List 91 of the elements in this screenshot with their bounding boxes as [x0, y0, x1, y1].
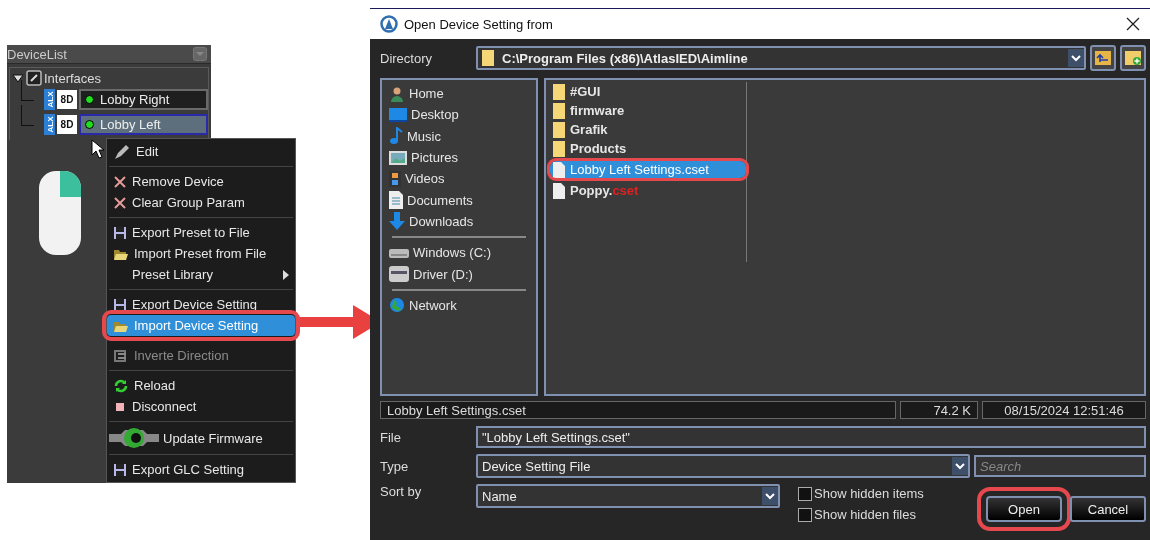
folder-icon [482, 50, 494, 66]
directory-dropdown[interactable]: C:\Program Files (x86)\AtlasIED\Aimline [476, 46, 1086, 70]
menu-item[interactable]: Update Firmware [107, 426, 295, 451]
submenu-arrow-icon [283, 269, 289, 280]
file-icon [553, 182, 565, 199]
checkbox-label: Show hidden items [814, 486, 924, 501]
field-label: Directory [380, 50, 433, 66]
file-item[interactable]: #GUI [550, 83, 746, 100]
close-icon[interactable] [1126, 17, 1140, 31]
chevron-icon [762, 487, 778, 505]
mouse-icon [38, 170, 82, 256]
menu-item[interactable]: Export Preset to File [107, 222, 295, 244]
file-item[interactable]: Grafik [550, 121, 746, 138]
sort-dropdown[interactable]: Name [476, 484, 780, 508]
cross-icon [113, 195, 127, 210]
up-folder-button[interactable] [1090, 45, 1116, 71]
panel-title: DeviceList [7, 46, 67, 62]
place-item[interactable]: Windows (C:) [386, 242, 532, 264]
place-item[interactable]: Downloads [386, 210, 532, 233]
file-item[interactable]: firmware [550, 102, 746, 119]
field-label: Sort by [380, 484, 423, 499]
film-icon [389, 170, 401, 187]
place-item[interactable]: Documents [386, 189, 532, 211]
tree-node-label[interactable]: Interfaces [44, 70, 102, 86]
place-item[interactable]: Videos [386, 168, 532, 190]
place-item[interactable]: Music [386, 125, 532, 147]
download-arrow-icon [389, 212, 405, 231]
menu-item[interactable]: Reload [107, 375, 295, 397]
up-folder-icon [1095, 51, 1111, 65]
search-field[interactable]: Search [974, 455, 1146, 477]
modified-date: 08/15/2024 12:51:46 [982, 401, 1146, 419]
tree-line [21, 80, 34, 101]
tree-line [21, 105, 34, 126]
menu-item[interactable]: Preset Library [107, 264, 295, 286]
chevron-icon [952, 457, 968, 475]
menu-item[interactable]: Export Device Setting [107, 294, 295, 316]
file-item[interactable]: Poppy.cset [550, 182, 746, 199]
new-folder-icon [1125, 51, 1141, 65]
monitor-icon [389, 107, 407, 122]
chevron-icon [1068, 49, 1084, 67]
edit-box-icon [26, 70, 42, 86]
invert-icon [113, 347, 129, 364]
gear-icon [109, 426, 159, 451]
file-item[interactable]: Products [550, 140, 746, 157]
model-badge: 8D [57, 115, 77, 134]
selected-file-name: Lobby Left Settings.cset [380, 401, 896, 419]
place-item[interactable]: Home [386, 83, 532, 105]
device-item[interactable]: Lobby Right [79, 89, 208, 110]
place-item[interactable]: Network [386, 294, 532, 316]
app-logo-icon [380, 15, 398, 33]
type-dropdown[interactable]: Device Setting File [476, 454, 970, 478]
folder-icon [553, 140, 565, 157]
place-item[interactable]: Driver (D:) [386, 263, 532, 285]
disc-drive-icon [389, 266, 409, 282]
menu-item[interactable]: Import Preset from File [107, 243, 295, 265]
place-item[interactable]: Desktop [386, 104, 532, 126]
menu-item[interactable]: Export GLC Setting [107, 459, 295, 481]
music-note-icon [389, 127, 403, 146]
menu-item[interactable]: Disconnect [107, 396, 295, 418]
dialog-button[interactable]: Cancel [1070, 496, 1146, 522]
device-item[interactable]: Lobby Left [79, 114, 208, 135]
cursor-icon [91, 139, 105, 159]
menu-item[interactable]: Edit [107, 141, 295, 162]
picture-icon [389, 150, 407, 165]
place-item[interactable]: Pictures [386, 146, 532, 169]
document-icon [389, 191, 403, 210]
globe-icon [389, 297, 405, 314]
pen-icon [113, 142, 131, 161]
field-label: File [380, 429, 402, 445]
checkbox-label: Show hidden files [814, 507, 916, 522]
file-name-field[interactable]: "Lobby Left Settings.cset" [476, 426, 1146, 448]
cross-icon [113, 174, 127, 189]
folder-icon [553, 83, 565, 100]
new-folder-button[interactable] [1120, 45, 1146, 71]
menu-item[interactable]: Remove Device [107, 171, 295, 192]
window-title: Open Device Setting from [404, 16, 553, 32]
series-badge: ALX [44, 89, 55, 110]
drive-icon [389, 246, 409, 259]
file-icon [553, 161, 565, 178]
checkbox[interactable] [798, 486, 812, 501]
folder-icon [553, 102, 565, 119]
folder-icon [553, 121, 565, 138]
person-icon [389, 85, 405, 102]
field-label: Type [380, 458, 410, 474]
file-size: 74.2 K [900, 401, 978, 419]
collapse-toggle-icon[interactable] [12, 72, 24, 84]
model-badge: 8D [57, 90, 77, 109]
series-badge: ALX [44, 114, 55, 135]
menu-item[interactable]: Clear Group Param [107, 192, 295, 214]
checkbox[interactable] [798, 507, 812, 522]
reload-icon [113, 377, 129, 394]
